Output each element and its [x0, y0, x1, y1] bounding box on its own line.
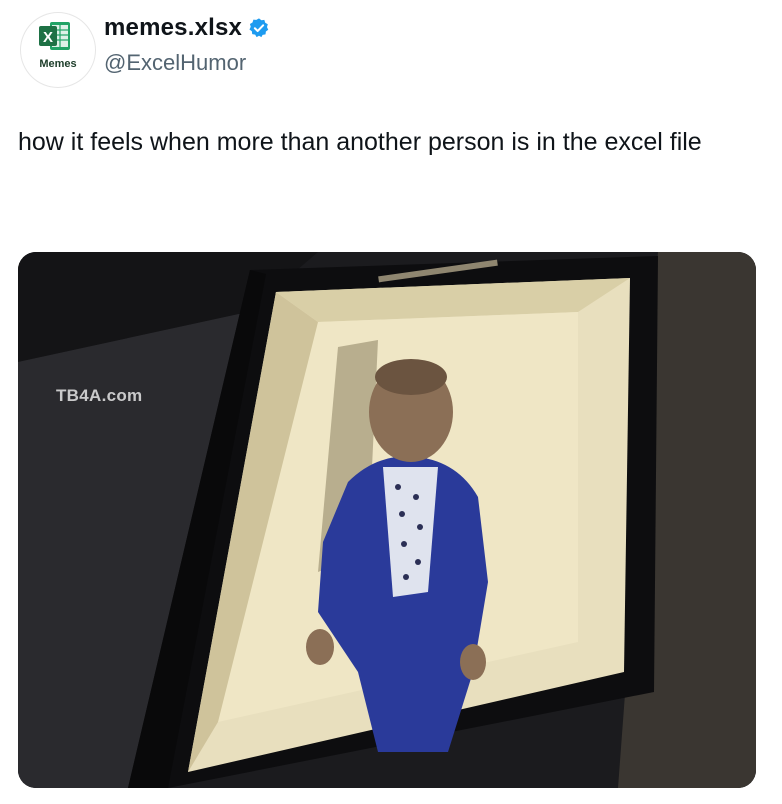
watermark-text: TB4A.com	[56, 386, 143, 405]
avatar-label: Memes	[39, 58, 77, 70]
name-row: memes.xlsx	[104, 14, 270, 42]
avatar[interactable]: X Memes	[20, 12, 96, 88]
verified-badge-icon	[249, 18, 269, 38]
excel-logo-icon: X	[39, 22, 70, 50]
post-image[interactable]: TB4A.com	[18, 252, 756, 788]
display-name[interactable]: memes.xlsx	[104, 14, 242, 42]
post-header: X Memes memes.xlsx @ExcelHumor	[14, 10, 774, 90]
author-handle[interactable]: @ExcelHumor	[104, 50, 246, 76]
excel-logo-letter: X	[43, 29, 53, 46]
photo-illustration	[18, 252, 756, 788]
post-text: how it feels when more than another pers…	[18, 128, 702, 156]
